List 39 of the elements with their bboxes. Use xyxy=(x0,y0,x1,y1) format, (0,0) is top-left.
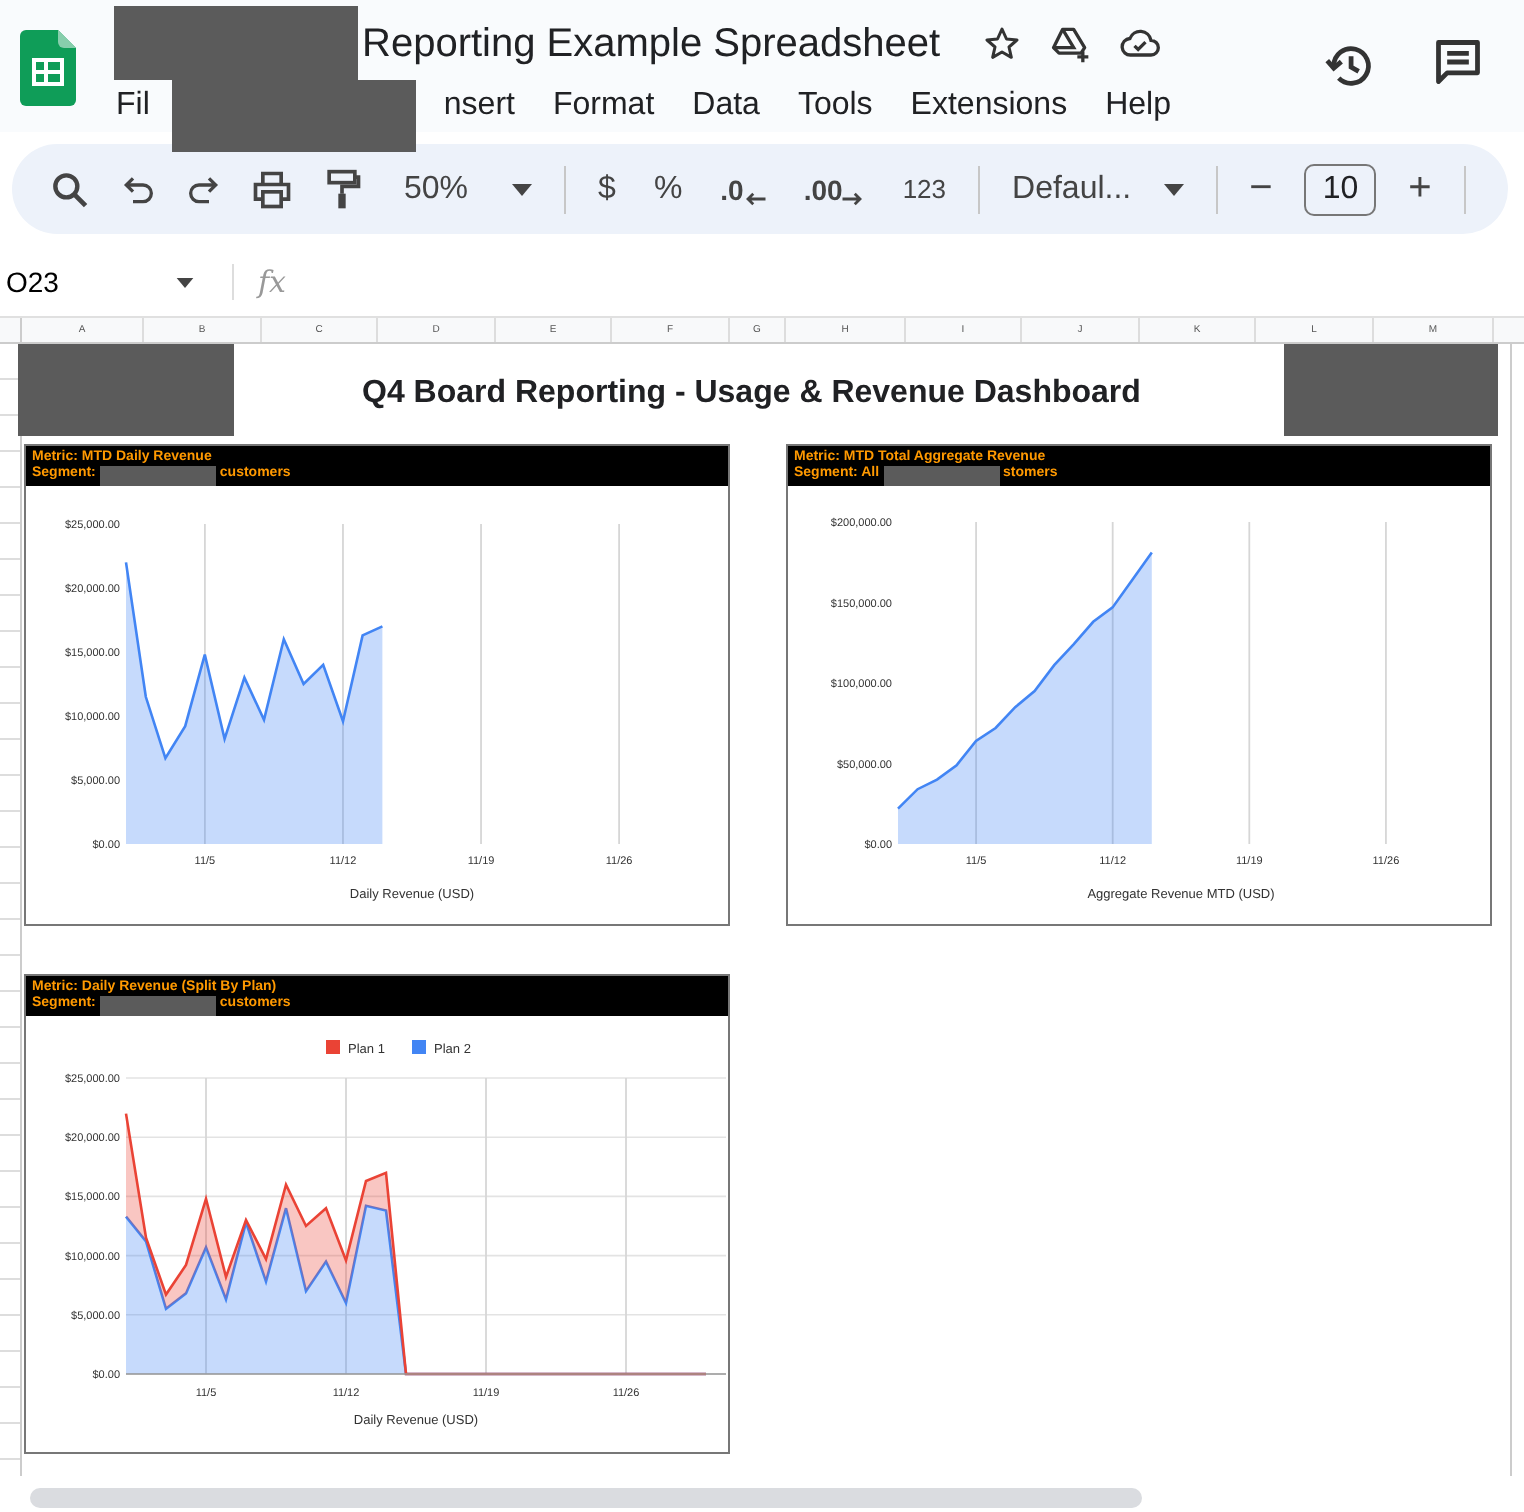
star-icon[interactable] xyxy=(982,24,1023,64)
redaction-block xyxy=(883,466,1000,486)
drive-add-icon[interactable] xyxy=(1048,22,1093,66)
menu-item[interactable]: Help xyxy=(1105,88,1171,124)
menu-item[interactable]: Tools xyxy=(797,88,873,124)
caret-icon xyxy=(176,277,194,287)
menu-item[interactable]: Fil xyxy=(116,88,150,124)
increase-decimal-button[interactable]: .00 xyxy=(797,173,871,205)
menu-item[interactable]: Extensions xyxy=(910,88,1068,124)
left-arrow-icon xyxy=(743,191,766,205)
sheets-logo-icon[interactable] xyxy=(20,30,76,106)
decrease-font-size-button[interactable]: − xyxy=(1243,166,1279,212)
font-size-field[interactable]: 10 xyxy=(1304,163,1377,215)
comment-icon[interactable] xyxy=(1432,36,1484,88)
print-icon[interactable] xyxy=(250,167,294,211)
caret-icon xyxy=(1163,183,1184,195)
history-icon[interactable] xyxy=(1324,40,1376,92)
legend-swatch xyxy=(412,1040,426,1054)
zoom-dropdown[interactable]: 50% xyxy=(398,171,539,207)
right-arrow-icon xyxy=(842,191,865,205)
formula-icon: fx xyxy=(258,264,287,300)
currency-button[interactable]: $ xyxy=(592,171,622,207)
number-format-button[interactable]: 123 xyxy=(896,174,953,204)
increase-font-size-button[interactable]: + xyxy=(1402,166,1438,212)
caret-icon xyxy=(512,183,533,195)
redaction-block xyxy=(99,996,216,1016)
menu-item[interactable]: Data xyxy=(692,88,760,124)
decrease-decimal-button[interactable]: .0 xyxy=(714,173,772,205)
menu-item[interactable]: Format xyxy=(552,88,655,124)
font-dropdown[interactable]: Defaul... xyxy=(1006,171,1190,207)
search-icon[interactable] xyxy=(48,167,92,211)
dashboard-title: Q4 Board Reporting - Usage & Revenue Dashboard xyxy=(362,376,1141,414)
document-title[interactable]: Reporting Example Spreadsheet xyxy=(362,21,941,67)
name-box[interactable]: O23 xyxy=(0,266,200,298)
scrollbar[interactable] xyxy=(30,1488,1142,1508)
legend-swatch xyxy=(326,1040,340,1054)
menu-item[interactable]: nsert xyxy=(443,88,515,124)
percent-button[interactable]: % xyxy=(647,171,689,207)
redaction-block xyxy=(99,466,216,486)
